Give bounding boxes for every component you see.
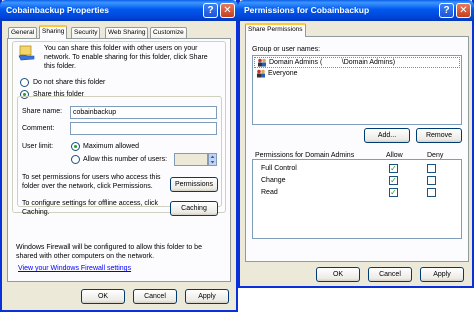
cancel-button[interactable]: Cancel [133, 289, 177, 304]
cancel-button[interactable]: Cancel [368, 267, 412, 282]
tab-web-sharing[interactable]: Web Sharing [105, 27, 149, 38]
group-icon [258, 58, 266, 67]
close-button[interactable]: ✕ [456, 3, 471, 18]
permission-name: Full Control [261, 165, 297, 172]
permissions-for-label: Permissions for Domain Admins [255, 152, 355, 159]
caching-info-text: To configure settings for offline access… [22, 200, 159, 216]
comment-input[interactable] [70, 122, 217, 135]
close-button[interactable]: ✕ [220, 3, 235, 18]
tab-share-permissions[interactable]: Share Permissions [245, 23, 306, 37]
firewall-info-text: Windows Firewall will be configured to a… [16, 244, 202, 260]
properties-window: Cobainbackup Properties ? ✕ General Shar… [0, 0, 238, 312]
apply-button[interactable]: Apply [420, 267, 464, 282]
share-permissions-panel: Group or user names: Domain Admins ( \Do… [245, 36, 469, 262]
user-name: Everyone [268, 70, 298, 77]
full-control-deny-checkbox[interactable] [427, 164, 436, 173]
permissions-titlebar[interactable]: Permissions for Cobainbackup ? ✕ [238, 0, 474, 21]
caching-button[interactable]: Caching [170, 201, 218, 216]
share-name-input[interactable]: cobainbackup [70, 106, 217, 119]
ok-button[interactable]: OK [316, 267, 360, 282]
allow-number-radio[interactable] [71, 155, 80, 164]
change-allow-checkbox[interactable]: ✓ [389, 176, 398, 185]
user-name: Domain Admins ( \Domain Admins) [269, 59, 396, 66]
permissions-title: Permissions for Cobainbackup [244, 5, 370, 15]
do-not-share-radio[interactable] [20, 78, 29, 87]
tab-customize[interactable]: Customize [150, 27, 187, 38]
users-list[interactable]: Domain Admins ( \Domain Admins) Everyone [252, 55, 462, 125]
user-limit-label: User limit: [22, 143, 54, 150]
change-deny-checkbox[interactable] [427, 176, 436, 185]
max-allowed-radio[interactable] [71, 142, 80, 151]
read-allow-checkbox[interactable]: ✓ [389, 188, 398, 197]
permissions-list: Full Control ✓ Change ✓ Read ✓ [252, 159, 462, 239]
share-hand-icon [18, 45, 36, 61]
allow-column-header: Allow [386, 152, 403, 159]
deny-column-header: Deny [427, 152, 444, 159]
permissions-button[interactable]: Permissions [170, 177, 218, 192]
tab-sharing[interactable]: Sharing [39, 25, 68, 39]
full-control-allow-checkbox[interactable]: ✓ [389, 164, 398, 173]
read-deny-checkbox[interactable] [427, 188, 436, 197]
properties-titlebar[interactable]: Cobainbackup Properties ? ✕ [0, 0, 238, 21]
tab-security[interactable]: Security [71, 27, 101, 38]
user-count-input[interactable] [174, 153, 208, 166]
ok-button[interactable]: OK [81, 289, 125, 304]
allow-number-label: Allow this number of users: [83, 156, 168, 163]
remove-button[interactable]: Remove [416, 128, 462, 143]
help-button[interactable]: ? [203, 3, 218, 18]
tab-general[interactable]: General [8, 27, 38, 38]
user-count-spinner[interactable] [208, 153, 217, 166]
max-allowed-label: Maximum allowed [83, 143, 140, 150]
permissions-window: Permissions for Cobainbackup ? ✕ Share P… [238, 0, 474, 288]
apply-button[interactable]: Apply [185, 289, 229, 304]
permission-name: Change [261, 177, 286, 184]
permission-name: Read [261, 189, 278, 196]
properties-title: Cobainbackup Properties [6, 5, 109, 15]
sharing-panel: You can share this folder with other use… [7, 38, 231, 282]
firewall-settings-link[interactable]: View your Windows Firewall settings [18, 265, 131, 272]
group-user-names-label: Group or user names: [252, 46, 321, 53]
share-name-label: Share name: [22, 108, 63, 115]
do-not-share-label: Do not share this folder [33, 79, 106, 86]
list-item[interactable]: Domain Admins ( \Domain Admins) [254, 57, 460, 68]
permissions-info-text: To set permissions for users who access … [22, 174, 161, 190]
add-button[interactable]: Add... [364, 128, 410, 143]
group-icon [257, 69, 265, 78]
sharing-intro-text: You can share this folder with other use… [44, 45, 208, 70]
help-button[interactable]: ? [439, 3, 454, 18]
list-item[interactable]: Everyone [254, 69, 460, 80]
comment-label: Comment: [22, 125, 55, 132]
